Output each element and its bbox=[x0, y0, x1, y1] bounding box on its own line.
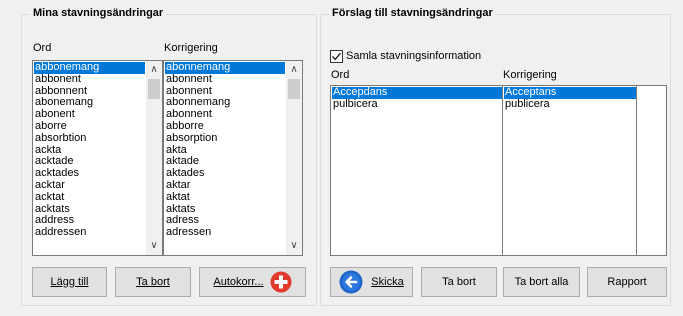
left-ord-item[interactable]: addressen bbox=[34, 226, 145, 239]
right-remove-button-label: Ta bort bbox=[442, 276, 476, 288]
left-korrigering-item[interactable]: aktar bbox=[165, 179, 285, 192]
suggestions-list[interactable]: Accepdans pulbicera Acceptans publicera bbox=[330, 85, 667, 256]
left-korrigering-list[interactable]: abonnemang abonnent abonnent abonnemang abon… bbox=[163, 60, 303, 256]
suggested-changes-title: Förslag till stavningsändringar bbox=[329, 7, 496, 19]
left-ord-header: Ord bbox=[33, 42, 52, 54]
autocorrect-button-label: Autokorr... bbox=[213, 276, 264, 288]
scroll-down-icon[interactable]: ∨ bbox=[286, 239, 302, 253]
left-ord-item[interactable]: acktat bbox=[34, 191, 145, 204]
left-remove-button[interactable]: Ta bort bbox=[115, 267, 191, 297]
left-korrigering-item[interactable]: absorption bbox=[165, 132, 285, 145]
collect-info-checkbox[interactable] bbox=[330, 50, 343, 63]
right-remove-button[interactable]: Ta bort bbox=[421, 267, 497, 297]
scroll-up-icon[interactable]: ∧ bbox=[146, 63, 162, 77]
left-remove-button-label: Ta bort bbox=[136, 276, 170, 288]
suggestion-ord-item[interactable]: pulbicera bbox=[332, 98, 503, 111]
add-button-label: Lägg till bbox=[50, 276, 89, 288]
send-button[interactable]: Skicka bbox=[330, 267, 413, 297]
back-arrow-icon bbox=[339, 270, 363, 294]
left-korrigering-item[interactable]: aktat bbox=[165, 191, 285, 204]
suggestion-korrigering-item[interactable]: publicera bbox=[504, 98, 636, 111]
add-circle-icon bbox=[270, 271, 292, 293]
report-button-label: Rapport bbox=[607, 276, 647, 288]
left-ord-item[interactable]: absorbtion bbox=[34, 132, 145, 145]
left-korr-scrollbar[interactable]: ∧ ∨ bbox=[286, 61, 302, 255]
left-ord-item[interactable]: aborre bbox=[34, 120, 145, 133]
left-ord-item[interactable]: abbonent bbox=[34, 73, 145, 86]
scroll-down-icon[interactable]: ∨ bbox=[146, 239, 162, 253]
collect-info-label[interactable]: Samla stavningsinformation bbox=[346, 50, 481, 62]
autocorrect-button[interactable]: Autokorr... bbox=[199, 267, 306, 297]
my-spelling-changes-title: Mina stavningsändringar bbox=[30, 7, 167, 19]
suggestions-column-divider bbox=[636, 86, 637, 255]
scroll-thumb[interactable] bbox=[148, 79, 160, 99]
send-button-label: Skicka bbox=[371, 276, 404, 288]
right-korrigering-header: Korrigering bbox=[503, 69, 557, 81]
right-ord-header: Ord bbox=[331, 69, 350, 81]
remove-all-button[interactable]: Ta bort alla bbox=[503, 267, 580, 297]
left-korrigering-header: Korrigering bbox=[164, 42, 218, 54]
scroll-up-icon[interactable]: ∧ bbox=[286, 63, 302, 77]
left-korrigering-item[interactable]: adressen bbox=[165, 226, 285, 239]
left-ord-list[interactable]: abbonemang abbonent abbonnent abonemang abon… bbox=[32, 60, 163, 256]
report-button[interactable]: Rapport bbox=[587, 267, 667, 297]
left-korrigering-item[interactable]: abonnent bbox=[165, 73, 285, 86]
left-korrigering-item[interactable]: abborre bbox=[165, 120, 285, 133]
suggestions-column-divider bbox=[502, 86, 503, 255]
left-ord-item[interactable]: acktar bbox=[34, 179, 145, 192]
checkmark-icon bbox=[331, 52, 342, 61]
add-button[interactable]: Lägg till bbox=[32, 267, 107, 297]
left-ord-scrollbar[interactable]: ∧ ∨ bbox=[146, 61, 162, 255]
scroll-thumb[interactable] bbox=[288, 79, 300, 99]
remove-all-button-label: Ta bort alla bbox=[514, 276, 569, 288]
